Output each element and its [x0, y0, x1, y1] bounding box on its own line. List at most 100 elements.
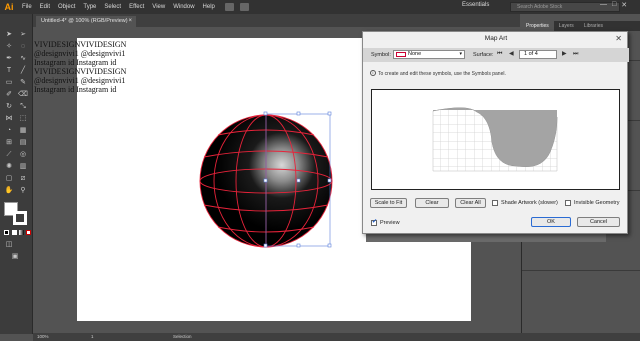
- artboard-number[interactable]: 1: [91, 334, 94, 339]
- zoom-level[interactable]: 100%: [37, 334, 49, 339]
- first-surface-icon[interactable]: ⏮: [497, 50, 502, 59]
- close-window-icon[interactable]: ✕: [621, 1, 627, 9]
- status-bar: 100% 1 Selection: [33, 333, 640, 341]
- menu-select[interactable]: Select: [100, 0, 125, 14]
- blend-tool-icon[interactable]: ◎: [18, 150, 28, 159]
- watermark-line: VIVIDESIGNVIVIDESIGN: [34, 40, 127, 49]
- symbol-select-value: None: [408, 51, 422, 57]
- type-tool-icon[interactable]: T: [4, 66, 14, 75]
- watermark-line: VIVIDESIGNVIVIDESIGN: [34, 67, 127, 76]
- menu-help[interactable]: Help: [199, 0, 219, 14]
- paintbrush-tool-icon[interactable]: ✎: [18, 78, 28, 87]
- hand-tool-icon[interactable]: ✋: [4, 186, 14, 195]
- shade-artwork-checkbox[interactable]: [492, 200, 498, 206]
- preview-checkbox[interactable]: ✔: [371, 219, 378, 226]
- gradient-mode-icon[interactable]: [19, 230, 24, 235]
- direct-selection-tool-icon[interactable]: ➢: [18, 30, 28, 39]
- dialog-title: Map Art: [484, 35, 508, 42]
- stroke-swatch[interactable]: [13, 211, 27, 225]
- invisible-geometry-checkbox[interactable]: [565, 200, 571, 206]
- map-art-dialog: Map Art ✕ Symbol: None ▾ Surface: ⏮ ◀ 1 …: [362, 31, 629, 234]
- eyedropper-icon[interactable]: ⟋: [4, 150, 14, 159]
- menu-window[interactable]: Window: [169, 0, 198, 14]
- free-transform-icon[interactable]: ⬚: [18, 114, 28, 123]
- tab-properties[interactable]: Properties: [521, 21, 554, 31]
- gradient-tool-icon[interactable]: ▤: [18, 138, 28, 147]
- graph-tool-icon[interactable]: ▥: [18, 162, 28, 171]
- menu-edit[interactable]: Edit: [36, 0, 54, 14]
- document-tab-title: Untitled-4* @ 100% (RGB/Preview): [41, 18, 128, 24]
- line-tool-icon[interactable]: ╱: [18, 66, 28, 75]
- rotate-tool-icon[interactable]: ↻: [4, 102, 14, 111]
- tab-libraries[interactable]: Libraries: [579, 21, 608, 31]
- rectangle-tool-icon[interactable]: ▭: [4, 78, 14, 87]
- symbol-swatch-icon: [396, 52, 406, 57]
- close-icon[interactable]: ✕: [615, 32, 622, 45]
- artboard-tool-icon[interactable]: ▢: [4, 174, 14, 183]
- surface-shape-overlay: [432, 107, 558, 171]
- pen-tool-icon[interactable]: ✒: [4, 54, 14, 63]
- menu-file[interactable]: File: [18, 0, 36, 14]
- arrange-documents-icon[interactable]: [224, 3, 234, 11]
- draw-mode-icon[interactable]: ◫: [4, 240, 14, 249]
- shape-builder-icon[interactable]: ◔: [4, 126, 14, 135]
- minimize-icon[interactable]: —: [600, 1, 607, 9]
- surface-preview[interactable]: [371, 89, 620, 190]
- symbol-sprayer-icon[interactable]: ✺: [4, 162, 14, 171]
- info-icon: i: [370, 70, 376, 76]
- watermark-line: @designvivi1 @designvivi1: [34, 49, 126, 58]
- screen-mode-icon[interactable]: ▣: [10, 252, 20, 261]
- menu-object[interactable]: Object: [54, 0, 79, 14]
- window-controls: — □ ✕: [600, 1, 627, 9]
- default-colors-icon[interactable]: [4, 230, 9, 235]
- watermark-line: Instagram id Instagram id: [34, 58, 117, 67]
- check-icon: ✔: [372, 219, 378, 225]
- current-tool: Selection: [173, 334, 192, 339]
- menu-type[interactable]: Type: [79, 0, 100, 14]
- symbol-surface-row: Symbol: None ▾ Surface: ⏮ ◀ 1 of 4 ▶ ⏭: [363, 48, 629, 62]
- symbol-select[interactable]: None ▾: [393, 50, 465, 59]
- sphere-artwork[interactable]: [196, 111, 336, 251]
- watermark-line: @designvivi1 @designvivi1: [34, 76, 126, 85]
- scale-tool-icon[interactable]: ⤡: [18, 102, 28, 111]
- shade-artwork-label: Shade Artwork (slower): [501, 200, 558, 206]
- workspace-switcher[interactable]: Essentials: [462, 2, 489, 8]
- magic-wand-icon[interactable]: ✧: [4, 42, 14, 51]
- maximize-icon[interactable]: □: [612, 1, 616, 9]
- surface-label: Surface:: [473, 52, 494, 58]
- clear-all-button[interactable]: Clear All: [455, 198, 486, 208]
- perspective-grid-icon[interactable]: ▦: [18, 126, 28, 135]
- tab-layers[interactable]: Layers: [554, 21, 579, 31]
- cancel-button[interactable]: Cancel: [577, 217, 620, 227]
- next-surface-icon[interactable]: ▶: [562, 50, 567, 59]
- last-surface-icon[interactable]: ⏭: [573, 50, 578, 59]
- info-text: To create and edit these symbols, use th…: [378, 71, 506, 77]
- stock-icon[interactable]: [239, 3, 249, 11]
- color-mode-icon[interactable]: [12, 230, 17, 235]
- close-tab-icon[interactable]: ×: [128, 16, 132, 27]
- menu-effect[interactable]: Effect: [125, 0, 148, 14]
- none-mode-icon[interactable]: [26, 230, 31, 235]
- surface-field[interactable]: 1 of 4: [519, 50, 557, 59]
- slice-tool-icon[interactable]: ⧄: [18, 174, 28, 183]
- chevron-down-icon: ▾: [459, 51, 462, 57]
- ok-button[interactable]: OK: [531, 217, 571, 227]
- zoom-tool-icon[interactable]: ⚲: [18, 186, 28, 195]
- shaper-tool-icon[interactable]: ✐: [4, 90, 14, 99]
- scale-to-fit-button[interactable]: Scale to Fit: [370, 198, 407, 208]
- curvature-tool-icon[interactable]: ∿: [18, 54, 28, 63]
- clear-button[interactable]: Clear: [415, 198, 449, 208]
- invisible-geometry-label: Invisible Geometry: [574, 200, 620, 206]
- eraser-tool-icon[interactable]: ⌫: [18, 90, 28, 99]
- document-tab[interactable]: Untitled-4* @ 100% (RGB/Preview) ×: [36, 16, 136, 27]
- app-logo: Ai: [4, 2, 14, 12]
- lasso-tool-icon[interactable]: ◌: [18, 42, 28, 51]
- selection-tool-icon[interactable]: ➤: [4, 30, 14, 39]
- document-tab-bar: Untitled-4* @ 100% (RGB/Preview) ×: [33, 14, 520, 27]
- width-tool-icon[interactable]: ⋈: [4, 114, 14, 123]
- watermark-text: VIVIDESIGNVIVIDESIGN @designvivi1 @desig…: [34, 40, 126, 94]
- menu-view[interactable]: View: [148, 0, 169, 14]
- preview-label: Preview: [380, 220, 400, 226]
- previous-surface-icon[interactable]: ◀: [509, 50, 514, 59]
- mesh-tool-icon[interactable]: ⊞: [4, 138, 14, 147]
